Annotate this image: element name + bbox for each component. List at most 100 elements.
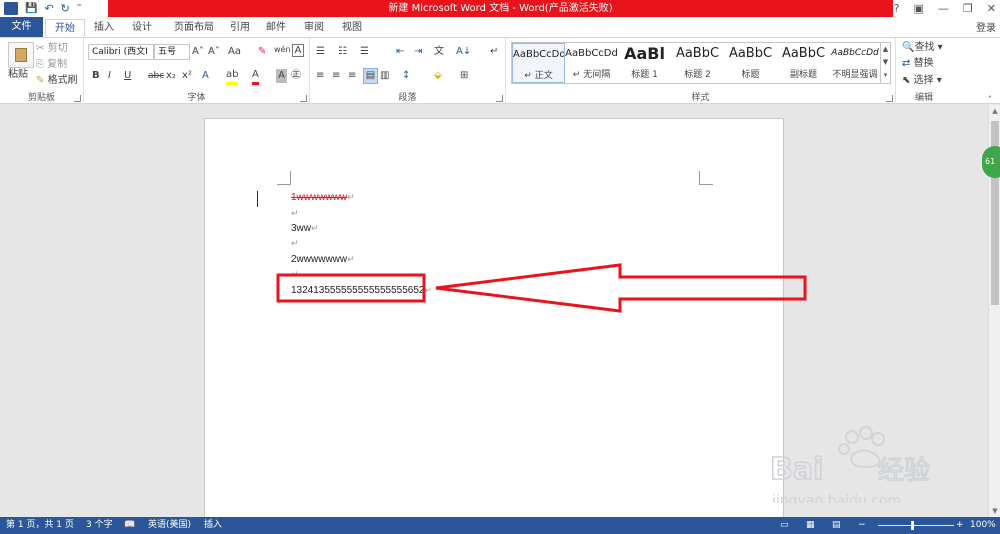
strikethrough-icon[interactable]: abc <box>148 69 164 83</box>
grow-font-icon[interactable]: A˄ <box>192 45 204 59</box>
copy-button[interactable]: ⎘ 复制 <box>36 58 67 72</box>
save-icon[interactable]: 💾 <box>25 1 37 16</box>
distributed-icon[interactable]: ▥ <box>380 69 389 83</box>
decrease-indent-icon[interactable]: ⇤ <box>396 45 404 59</box>
page-count[interactable]: 第 1 页，共 1 页 <box>6 517 74 534</box>
align-left-icon[interactable]: ≡ <box>316 69 324 83</box>
paragraph-border-icon[interactable]: ⊞ <box>460 69 468 83</box>
font-color-icon[interactable]: A <box>252 68 259 85</box>
style-normal[interactable]: AaBbCcDd ↵ 正文 <box>512 43 565 83</box>
styles-gallery: AaBbCcDd ↵ 正文 AaBbCcDd ↵ 无间隔 AaBl 标题 1 A… <box>511 42 881 84</box>
change-case-icon[interactable]: Aa <box>228 45 241 59</box>
help-icon[interactable]: ? <box>894 2 900 15</box>
bullets-icon[interactable]: ☰ <box>316 45 325 59</box>
underline-icon[interactable]: U <box>124 69 131 83</box>
editing-group: 🔍查找 ▾ ⇄ 替换 ⬉ 选择 ▾ 编辑 <box>896 38 952 104</box>
shrink-font-icon[interactable]: A˅ <box>208 45 220 59</box>
zoom-level[interactable]: 100% <box>970 517 996 534</box>
paragraph-launcher-icon[interactable] <box>496 95 503 102</box>
style-heading-2[interactable]: AaBbC 标题 2 <box>671 43 724 83</box>
format-painter-button[interactable]: ✎ 格式刷 <box>36 74 78 88</box>
italic-icon[interactable]: I <box>108 69 111 83</box>
align-center-icon[interactable]: ≡ <box>332 69 340 83</box>
ribbon-tabs: 文件 开始 插入 设计 页面布局 引用 邮件 审阅 视图 登录 <box>0 17 1000 37</box>
customize-qat-icon[interactable]: ⁼ <box>77 1 82 16</box>
font-name-input[interactable]: Calibri (西文I <box>88 44 154 60</box>
style-subtitle[interactable]: AaBbC 副标题 <box>777 43 830 83</box>
side-badge[interactable]: 61 <box>982 146 1000 178</box>
font-size-input[interactable]: 五号 <box>154 44 190 60</box>
highlight-icon[interactable]: ab <box>226 68 239 85</box>
find-button[interactable]: 🔍查找 ▾ <box>902 41 943 55</box>
select-button[interactable]: ⬉ 选择 ▾ <box>902 74 942 88</box>
style-title[interactable]: AaBbC 标题 <box>724 43 777 83</box>
undo-icon[interactable]: ↶ <box>44 1 53 16</box>
language-status[interactable]: 英语(美国) <box>148 517 191 534</box>
numbering-icon[interactable]: ☷ <box>338 45 347 59</box>
styles-launcher-icon[interactable] <box>886 95 893 102</box>
tab-layout[interactable]: 页面布局 <box>166 19 222 37</box>
tab-file[interactable]: 文件 <box>0 17 43 37</box>
justify-icon[interactable]: ▤ <box>363 68 378 84</box>
paste-button[interactable]: 粘贴 <box>8 68 28 82</box>
insert-mode[interactable]: 插入 <box>204 517 222 534</box>
subscript-icon[interactable]: x₂ <box>166 69 176 83</box>
increase-indent-icon[interactable]: ⇥ <box>414 45 422 59</box>
font-group: Calibri (西文I 五号 A˄ A˅ Aa ✎ wén A B I U a… <box>84 38 310 104</box>
tab-view[interactable]: 视图 <box>336 19 368 37</box>
close-icon[interactable]: ✕ <box>987 2 996 15</box>
styles-scroll[interactable]: ▲ ▼ ▾ <box>880 42 891 84</box>
tab-design[interactable]: 设计 <box>126 19 158 37</box>
line-spacing-icon[interactable]: ↕ <box>402 69 410 83</box>
text-effects-icon[interactable]: A <box>202 69 209 83</box>
zoom-slider[interactable] <box>878 525 954 526</box>
sort-icon[interactable]: A↓ <box>456 45 471 59</box>
style-subtle-emphasis[interactable]: AaBbCcDd 不明显强调 <box>828 43 882 83</box>
editing-label: 编辑 <box>914 93 933 103</box>
paragraph-group: ☰ ☷ ☰ ⇤ ⇥ 文 A↓ ↵ ≡ ≡ ≡ ▤ ▥ ↕ ⬙ ⊞ 段落 <box>310 38 506 104</box>
char-border-icon[interactable]: A <box>292 44 304 57</box>
ribbon-display-icon[interactable]: ▣ <box>914 2 924 15</box>
show-marks-icon[interactable]: ↵ <box>490 45 498 59</box>
cut-button[interactable]: ✂ 剪切 <box>36 42 68 56</box>
replace-button[interactable]: ⇄ 替换 <box>902 57 934 71</box>
highlight-box <box>276 273 426 303</box>
minimize-icon[interactable]: — <box>938 2 949 15</box>
superscript-icon[interactable]: x² <box>182 69 192 83</box>
zoom-in-icon[interactable]: + <box>956 517 964 534</box>
tab-insert[interactable]: 插入 <box>88 19 120 37</box>
zoom-slider-thumb[interactable] <box>911 521 914 530</box>
read-mode-icon[interactable]: ▭ <box>780 517 789 534</box>
web-layout-icon[interactable]: ▤ <box>832 517 841 534</box>
char-shading-icon[interactable]: A <box>276 69 287 83</box>
bold-icon[interactable]: B <box>92 69 100 83</box>
paste-icon[interactable] <box>8 42 34 68</box>
clear-format-icon[interactable]: ✎ <box>258 45 266 59</box>
font-launcher-icon[interactable] <box>300 95 307 102</box>
redo-icon[interactable]: ↻ <box>61 1 70 16</box>
login-link[interactable]: 登录 <box>976 19 996 34</box>
tab-home[interactable]: 开始 <box>45 19 85 37</box>
svg-text:Bai: Bai <box>770 452 823 487</box>
scroll-up-icon[interactable]: ▲ <box>989 107 1000 115</box>
tab-references[interactable]: 引用 <box>224 19 256 37</box>
proofing-icon[interactable]: 📖 <box>124 517 135 534</box>
clipboard-launcher-icon[interactable] <box>74 95 81 102</box>
font-label: 字体 <box>187 93 206 103</box>
word-count[interactable]: 3 个字 <box>86 517 113 534</box>
restore-icon[interactable]: ❐ <box>963 2 973 15</box>
print-layout-icon[interactable]: ▦ <box>806 517 815 534</box>
align-right-icon[interactable]: ≡ <box>348 69 356 83</box>
chinese-layout-icon[interactable]: 文 <box>434 45 444 59</box>
style-heading-1[interactable]: AaBl 标题 1 <box>618 43 671 83</box>
zoom-out-icon[interactable]: − <box>858 517 866 534</box>
phonetic-guide-icon[interactable]: wén <box>274 43 291 57</box>
clipboard-group: 粘贴 ✂ 剪切 ⎘ 复制 ✎ 格式刷 剪贴板 <box>0 38 84 104</box>
multilevel-list-icon[interactable]: ☰ <box>360 45 369 59</box>
tab-mailings[interactable]: 邮件 <box>260 19 292 37</box>
enclose-char-icon[interactable]: ㊣ <box>291 69 301 83</box>
style-no-spacing[interactable]: AaBbCcDd ↵ 无间隔 <box>565 43 618 83</box>
tab-review[interactable]: 审阅 <box>298 19 330 37</box>
paragraph-shading-icon[interactable]: ⬙ <box>434 69 442 83</box>
scroll-down-icon[interactable]: ▼ <box>989 507 1000 515</box>
